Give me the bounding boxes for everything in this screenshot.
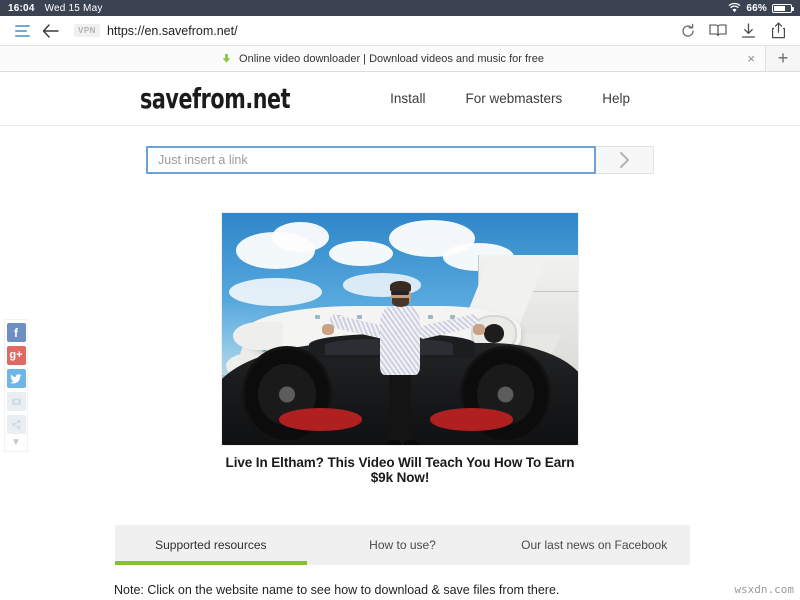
green-download-arrow-icon — [221, 53, 232, 64]
url-text[interactable]: https://en.savefrom.net/ — [107, 24, 238, 38]
search-row — [0, 126, 800, 174]
search-input[interactable] — [146, 146, 596, 174]
social-share-rail: f g+ ▼ — [4, 319, 28, 452]
toolbar-actions — [674, 17, 792, 45]
battery-percent: 66% — [746, 2, 767, 14]
tab-our-last-news-on-facebook[interactable]: Our last news on Facebook — [498, 525, 690, 565]
vpn-badge: VPN — [74, 24, 100, 37]
status-date: Wed 15 May — [44, 2, 103, 14]
search-submit-button[interactable] — [596, 146, 654, 174]
content-tabs: Supported resources How to use? Our last… — [115, 525, 690, 565]
tab-title: Online video downloader | Download video… — [239, 52, 544, 65]
ios-status-bar: 16:04 Wed 15 May 66% — [0, 0, 800, 16]
reload-icon[interactable] — [674, 17, 702, 45]
share-faded-icon-2[interactable] — [6, 415, 26, 434]
chevron-right-icon — [616, 150, 633, 170]
wifi-icon — [728, 3, 741, 13]
download-icon[interactable] — [734, 17, 762, 45]
site-logo[interactable]: savefrom.net — [140, 82, 291, 115]
tab-supported-resources[interactable]: Supported resources — [115, 525, 307, 565]
browser-window: 16:04 Wed 15 May 66% VPN https://en.save… — [0, 0, 800, 600]
nav-item-help[interactable]: Help — [602, 91, 630, 106]
site-nav: Install For webmasters Help — [390, 91, 760, 106]
hamburger-menu-icon[interactable] — [8, 17, 36, 45]
share-icon[interactable] — [764, 17, 792, 45]
page-content: savefrom.net Install For webmasters Help — [0, 72, 800, 600]
new-tab-button[interactable]: + — [766, 46, 800, 71]
site-header: savefrom.net Install For webmasters Help — [0, 72, 800, 126]
nav-item-for-webmasters[interactable]: For webmasters — [465, 91, 562, 106]
facebook-icon[interactable]: f — [6, 323, 26, 342]
tab-how-to-use[interactable]: How to use? — [307, 525, 499, 565]
browser-toolbar: VPN https://en.savefrom.net/ — [0, 16, 800, 46]
back-arrow-icon[interactable] — [36, 17, 64, 45]
battery-icon — [772, 3, 794, 13]
google-plus-icon[interactable]: g+ — [6, 346, 26, 365]
status-right-cluster: 66% — [728, 2, 794, 14]
close-icon[interactable]: × — [747, 52, 755, 65]
ad-image[interactable] — [221, 212, 579, 446]
browser-tab[interactable]: Online video downloader | Download video… — [0, 46, 766, 71]
watermark: wsxdn.com — [734, 583, 794, 596]
status-time: 16:04 — [8, 2, 35, 14]
tab-strip: Online video downloader | Download video… — [0, 46, 800, 72]
advertisement[interactable]: Live In Eltham? This Video Will Teach Yo… — [221, 212, 579, 485]
chevron-down-icon[interactable]: ▼ — [11, 438, 21, 448]
address-bar[interactable]: VPN https://en.savefrom.net/ — [64, 24, 674, 38]
twitter-icon[interactable] — [6, 369, 26, 388]
note-text: Note: Click on the website name to see h… — [114, 583, 560, 597]
share-faded-icon-1[interactable] — [6, 392, 26, 411]
search-box — [146, 146, 654, 174]
ad-caption[interactable]: Live In Eltham? This Video Will Teach Yo… — [221, 455, 579, 485]
nav-item-install[interactable]: Install — [390, 91, 425, 106]
book-icon[interactable] — [704, 17, 732, 45]
